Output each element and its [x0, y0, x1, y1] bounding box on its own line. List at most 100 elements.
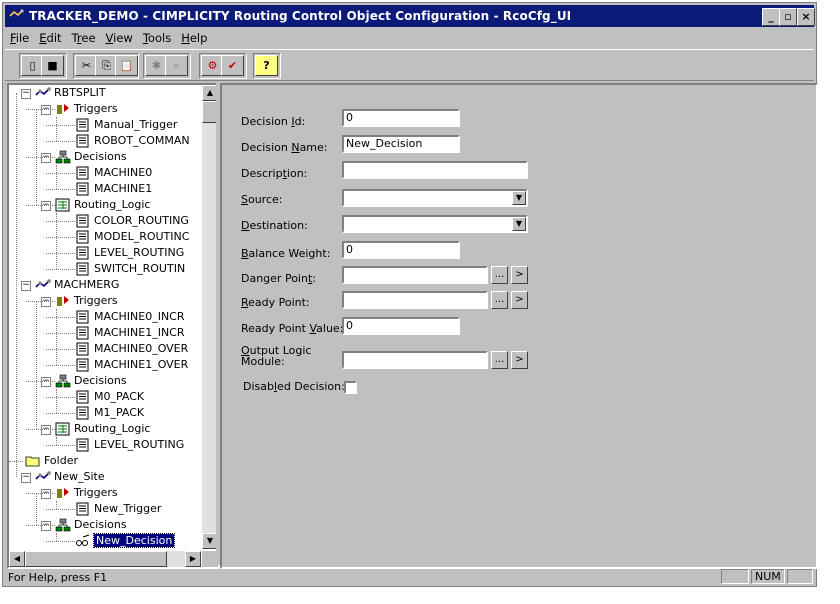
source-dropdown[interactable]: ▼	[342, 189, 528, 207]
tree-node[interactable]: MACHINE1_OVER	[75, 357, 188, 373]
ready-point-field[interactable]	[342, 291, 488, 309]
output-logic-browse-button[interactable]: ...	[491, 351, 508, 369]
tree-connector	[56, 389, 57, 413]
menu-tree[interactable]: Tree	[67, 29, 101, 45]
output-logic-goto-button[interactable]: >	[511, 351, 528, 369]
tree-node-label: New_Trigger	[94, 502, 162, 515]
help-button[interactable]: ?	[255, 55, 278, 76]
tree-node[interactable]: MODEL_ROUTINC	[75, 229, 189, 245]
disabled-decision-checkbox[interactable]	[344, 381, 357, 394]
help-context-button[interactable]: ⌕	[165, 55, 188, 76]
save-button[interactable]: ■	[41, 55, 64, 76]
decisions-icon	[55, 150, 71, 164]
tree-node[interactable]: Folder	[25, 453, 78, 469]
close-button[interactable]: ×	[797, 8, 815, 26]
triggers-icon	[55, 102, 71, 116]
tree-node[interactable]: ROBOT_COMMAN	[75, 133, 190, 149]
danger-point-field[interactable]	[342, 266, 488, 284]
collapse-toggle[interactable]: −	[41, 297, 51, 307]
menu-edit[interactable]: Edit	[34, 29, 66, 45]
danger-point-browse-button[interactable]: ...	[491, 266, 508, 284]
tree-node[interactable]: − Triggers	[41, 485, 118, 501]
tree-node[interactable]: − Decisions	[41, 149, 127, 165]
danger-point-goto-button[interactable]: >	[511, 266, 528, 284]
field-label: Destination:	[241, 219, 308, 232]
dropdown-arrow-icon[interactable]: ▼	[512, 191, 526, 205]
object-tree[interactable]: − RBTSPLIT − Triggers Manual_Trigger ROBOT_CO…	[9, 85, 201, 549]
horizontal-scroll-thumb[interactable]	[25, 551, 167, 567]
save-icon: ■	[47, 59, 58, 72]
scroll-left-button[interactable]: ◀	[9, 551, 25, 567]
collapse-toggle[interactable]: −	[41, 153, 51, 163]
collapse-toggle[interactable]: −	[41, 489, 51, 499]
status-panel-scroll	[787, 569, 813, 584]
output-logic-field[interactable]	[342, 351, 488, 369]
collapse-toggle[interactable]: −	[41, 201, 51, 211]
document-icon	[75, 230, 91, 244]
tree-node[interactable]: New_Trigger	[75, 501, 161, 517]
tree-node[interactable]: − New_Site	[21, 469, 105, 485]
tree-node[interactable]: M1_PACK	[75, 405, 144, 421]
dropdown-arrow-icon[interactable]: ▼	[512, 217, 526, 231]
ready-point-browse-button[interactable]: ...	[491, 291, 508, 309]
tree-connector	[46, 269, 75, 270]
minimize-button[interactable]: _	[762, 8, 780, 26]
tree-node-label: Triggers	[74, 294, 118, 307]
tree-connector	[26, 525, 55, 526]
tree-node[interactable]: COLOR_ROUTING	[75, 213, 189, 229]
ready-point-value-field[interactable]: 0	[342, 317, 460, 335]
paste-button[interactable]: 📋	[115, 55, 138, 76]
tree-node[interactable]: − Decisions	[41, 373, 127, 389]
tree-node[interactable]: − RBTSPLIT	[21, 85, 106, 101]
tree-node[interactable]: New_Decision	[75, 533, 176, 549]
field-label: Ready Point Value:	[241, 322, 344, 335]
menu-help[interactable]: Help	[176, 29, 212, 45]
ready-point-goto-button[interactable]: >	[511, 291, 528, 309]
collapse-toggle[interactable]: −	[21, 89, 31, 99]
tree-horizontal-scrollbar[interactable]: ◀ ▶	[9, 551, 201, 567]
triggers-icon	[55, 486, 71, 500]
balance-weight-field[interactable]: 0	[342, 241, 460, 259]
tree-node[interactable]: − Decisions	[41, 517, 127, 533]
description-field[interactable]	[342, 161, 528, 179]
scroll-right-button[interactable]: ▶	[185, 551, 201, 567]
document-icon	[75, 166, 91, 180]
tree-node[interactable]: − Triggers	[41, 293, 118, 309]
tree-connector	[56, 533, 57, 541]
decision-name-field[interactable]: New_Decision	[342, 135, 460, 153]
field-value: 0	[346, 243, 353, 256]
tree-node[interactable]: LEVEL_ROUTING	[75, 245, 184, 261]
menu-file[interactable]: File	[5, 29, 34, 45]
validate-button[interactable]: ✔	[221, 55, 244, 76]
tree-node[interactable]: MACHINE1	[75, 181, 152, 197]
tree-node[interactable]: MACHINE0_INCR	[75, 309, 185, 325]
tree-node[interactable]: − Routing_Logic	[41, 421, 151, 437]
destination-dropdown[interactable]: ▼	[342, 215, 528, 233]
tree-node[interactable]: − Routing_Logic	[41, 197, 150, 213]
menu-view[interactable]: View	[101, 29, 138, 45]
collapse-toggle[interactable]: −	[41, 425, 51, 435]
collapse-toggle[interactable]: −	[21, 473, 31, 483]
tree-node-label: Routing_Logic	[74, 422, 151, 435]
tree-node-label: MACHINE1	[94, 182, 153, 195]
tree-node[interactable]: − Triggers	[41, 101, 118, 117]
menu-tools[interactable]: Tools	[138, 29, 176, 45]
tree-node[interactable]: Manual_Trigger	[75, 117, 177, 133]
tree-connector	[26, 429, 55, 430]
tree-node[interactable]: − MACHMERG	[21, 277, 119, 293]
collapse-toggle[interactable]: −	[41, 105, 51, 115]
decision-id-field[interactable]: 0	[342, 109, 460, 127]
tree-node[interactable]: M0_PACK	[75, 389, 144, 405]
tree-connector	[46, 509, 75, 510]
tree-node[interactable]: MACHINE0_OVER	[75, 341, 188, 357]
tree-node-label: Decisions	[74, 374, 127, 387]
tree-node[interactable]: SWITCH_ROUTIN	[75, 261, 185, 277]
collapse-toggle[interactable]: −	[41, 377, 51, 387]
tree-node[interactable]: MACHINE1_INCR	[75, 325, 185, 341]
tree-node[interactable]: MACHINE0	[75, 165, 152, 181]
collapse-toggle[interactable]: −	[21, 281, 31, 291]
tree-node[interactable]: LEVEL_ROUTING	[75, 437, 184, 453]
maximize-button[interactable]: ▫	[779, 8, 797, 26]
title-bar: TRACKER_DEMO - CIMPLICITY Routing Contro…	[5, 5, 815, 27]
collapse-toggle[interactable]: −	[41, 521, 51, 531]
